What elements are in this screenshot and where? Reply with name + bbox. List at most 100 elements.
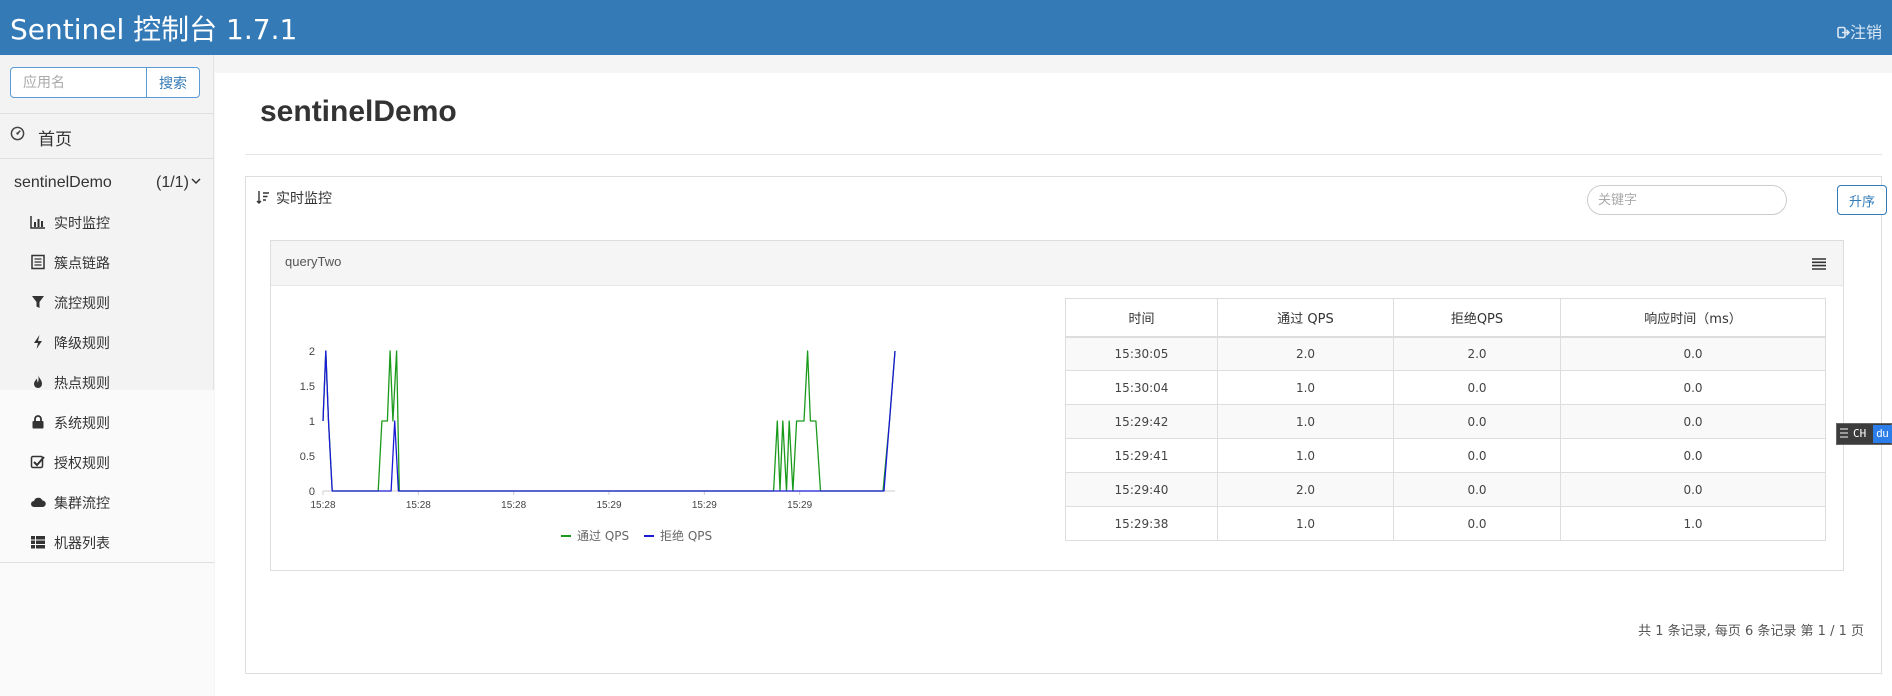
cell-pass-qps: 1.0 (1217, 438, 1394, 473)
legend-label: 拒绝 QPS (660, 528, 712, 543)
x-tick-label: 15:28 (406, 500, 431, 511)
sidebar-item-label: 实时监控 (54, 216, 110, 232)
cell-time: 15:29:40 (1065, 472, 1218, 507)
x-tick-label: 15:28 (310, 500, 335, 511)
x-tick-label: 15:28 (501, 500, 526, 511)
sidebar-item-label: 降级规则 (54, 336, 110, 352)
cell-block-qps: 0.0 (1393, 438, 1561, 473)
cell-rt: 1.0 (1560, 506, 1826, 541)
cell-rt: 0.0 (1560, 404, 1826, 439)
check-icon (30, 455, 45, 469)
cell-block-qps: 0.0 (1393, 506, 1561, 541)
logout-link[interactable]: 注销 (1837, 19, 1882, 43)
cell-pass-qps: 2.0 (1217, 336, 1394, 371)
column-header: 通过 QPS (1217, 298, 1394, 338)
chevron-down-icon (191, 178, 201, 185)
sidebar-item-label: 授权规则 (54, 456, 110, 472)
series-line-block (322, 350, 896, 492)
logout-label: 注销 (1849, 23, 1882, 42)
cell-time: 15:29:42 (1065, 404, 1218, 439)
drag-handle-icon[interactable] (1840, 428, 1848, 440)
app-search-input[interactable] (10, 67, 147, 98)
keyword-search-input[interactable] (1587, 185, 1787, 215)
cell-pass-qps: 1.0 (1217, 506, 1394, 541)
fire-icon (34, 375, 42, 388)
dashboard-icon (10, 126, 25, 141)
table-row: 15:29:40 2.0 0.0 0.0 (1065, 472, 1826, 507)
series-line-pass (322, 350, 896, 492)
table-header-row: 时间 通过 QPS 拒绝QPS 响应时间（ms） (1065, 298, 1826, 338)
sidebar-item-cluster-point[interactable]: 簇点链路 (0, 244, 214, 278)
pagination-info: 共 1 条记录, 每页 6 条记录 第 1 / 1 页 (1638, 624, 1864, 639)
flash-icon (34, 335, 42, 349)
ime-mode[interactable]: CH (1853, 427, 1866, 440)
resource-card: queryTwo 0 0.5 1 1.5 2 15:28 15:28 15:28 15:29 15… (270, 240, 1844, 571)
sidebar-item-system-rules[interactable]: 系统规则 (0, 404, 214, 438)
sidebar: 搜索 首页 sentinelDemo (1/1) 实时监控 簇点链路 (0, 55, 214, 696)
sidebar-item-degrade-rules[interactable]: 降级规则 (0, 324, 214, 358)
sidebar-item-label: 流控规则 (54, 296, 110, 312)
app-name: sentinelDemo (14, 174, 112, 191)
page-title: sentinelDemo (260, 95, 457, 128)
menu-icon[interactable] (1811, 257, 1827, 271)
y-tick-label: 1.5 (300, 381, 315, 393)
sidebar-app-sentinelDemo[interactable]: sentinelDemo (1/1) (0, 163, 214, 203)
main-content: sentinelDemo 实时监控 升序 queryTwo 0 0.5 1 1.5 2 1… (215, 73, 1892, 696)
cell-time: 15:30:04 (1065, 370, 1218, 405)
sidebar-item-authority-rules[interactable]: 授权规则 (0, 444, 214, 478)
sort-ascending-button[interactable]: 升序 (1837, 185, 1887, 215)
list-icon (31, 254, 45, 270)
sidebar-item-label: 集群流控 (54, 496, 110, 512)
y-tick-label: 2 (309, 346, 315, 358)
top-navbar: Sentinel 控制台 1.7.1 注销 (0, 0, 1892, 55)
brand-title[interactable]: Sentinel 控制台 1.7.1 (10, 8, 297, 48)
sidebar-item-param-flow-rules[interactable]: 热点规则 (0, 364, 214, 398)
ime-toolbar[interactable]: CH du (1836, 423, 1892, 445)
cell-pass-qps: 1.0 (1217, 370, 1394, 405)
divider (0, 158, 214, 159)
column-header: 响应时间（ms） (1560, 298, 1826, 338)
metrics-table: 时间 通过 QPS 拒绝QPS 响应时间（ms） 15:30:05 2.0 2.… (1065, 298, 1826, 541)
ime-logo: du (1873, 425, 1892, 443)
sidebar-item-flow-rules[interactable]: 流控规则 (0, 284, 214, 318)
sidebar-item-machines[interactable]: 机器列表 (0, 524, 214, 558)
y-tick-label: 0.5 (300, 451, 315, 463)
divider (245, 154, 1882, 155)
table-row: 15:29:42 1.0 0.0 0.0 (1065, 404, 1826, 439)
x-tick-label: 15:29 (596, 500, 621, 511)
cell-block-qps: 0.0 (1393, 472, 1561, 507)
sidebar-item-label: 簇点链路 (54, 256, 110, 272)
search-button[interactable]: 搜索 (146, 67, 200, 98)
app-search: 搜索 (10, 67, 200, 98)
cell-rt: 0.0 (1560, 438, 1826, 473)
x-tick-label: 15:29 (692, 500, 717, 511)
cell-pass-qps: 1.0 (1217, 404, 1394, 439)
resource-card-header: queryTwo (271, 241, 1843, 286)
cell-time: 15:29:41 (1065, 438, 1218, 473)
cell-rt: 0.0 (1560, 336, 1826, 371)
divider (0, 113, 214, 114)
bar-chart-icon (30, 216, 45, 229)
table-row: 15:30:05 2.0 2.0 0.0 (1065, 336, 1826, 371)
cell-rt: 0.0 (1560, 472, 1826, 507)
column-header: 拒绝QPS (1393, 298, 1561, 338)
table-row: 15:30:04 1.0 0.0 0.0 (1065, 370, 1826, 405)
sign-out-icon (1837, 26, 1851, 39)
resource-name: queryTwo (285, 254, 342, 269)
sidebar-item-label: 热点规则 (54, 376, 110, 392)
lock-icon (32, 415, 44, 429)
cell-block-qps: 0.0 (1393, 404, 1561, 439)
filter-icon (32, 296, 44, 308)
cell-block-qps: 2.0 (1393, 336, 1561, 371)
sidebar-item-label: 机器列表 (54, 536, 110, 552)
sidebar-item-cluster-flow[interactable]: 集群流控 (0, 484, 214, 518)
sidebar-item-home[interactable]: 首页 (0, 115, 214, 155)
sidebar-item-realtime[interactable]: 实时监控 (0, 204, 214, 238)
x-tick-label: 15:29 (787, 500, 812, 511)
qps-chart: 0 0.5 1 1.5 2 15:28 15:28 15:28 15:29 15:29 15:29 通… (291, 291, 931, 561)
divider (0, 562, 214, 563)
realtime-monitor-panel: 实时监控 升序 queryTwo 0 0.5 1 1.5 2 15:28 15:28 15:2… (245, 176, 1887, 674)
y-tick-label: 1 (309, 416, 315, 428)
th-list-icon (31, 536, 45, 549)
sort-amount-icon (256, 191, 269, 204)
